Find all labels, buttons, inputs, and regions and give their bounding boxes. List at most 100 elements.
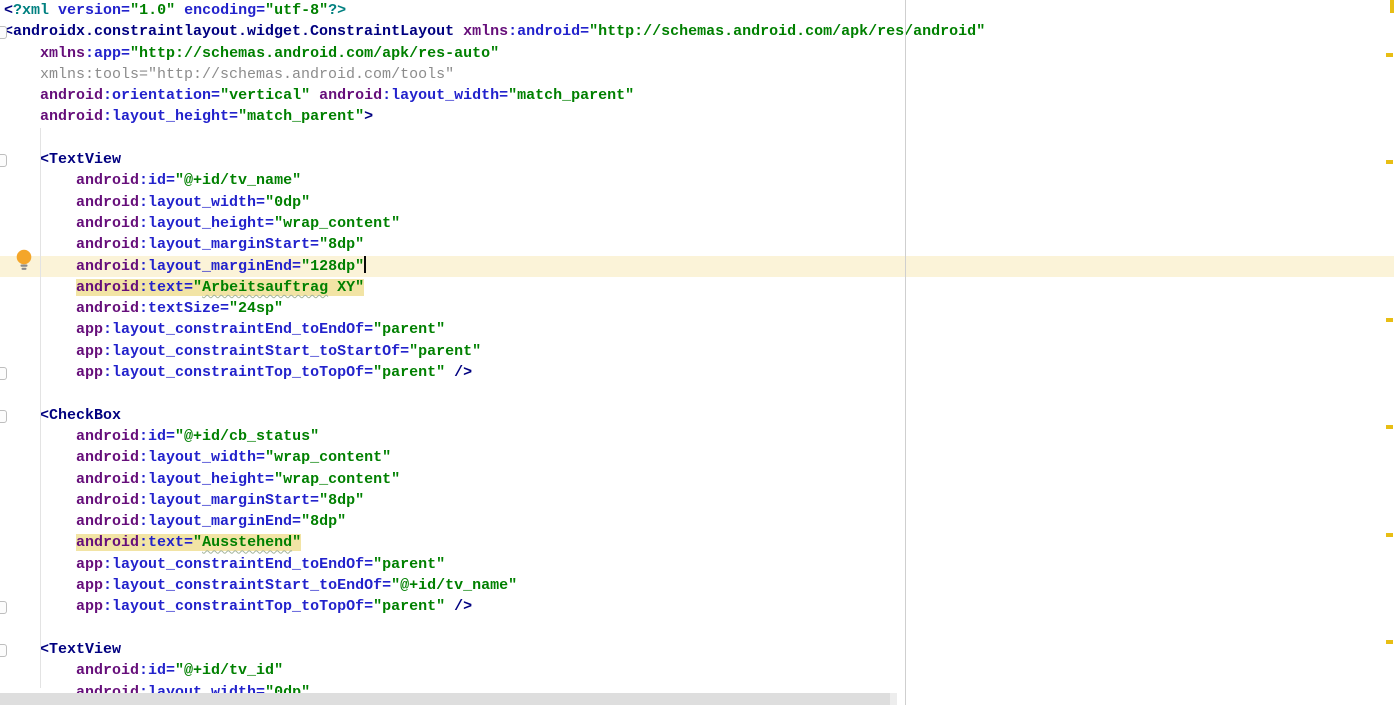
code-token: xmlns	[463, 23, 508, 40]
code-line[interactable]: xmlns:app="http://schemas.android.com/ap…	[0, 43, 1394, 64]
code-token: :layout_width=	[382, 87, 508, 104]
code-line[interactable]: <TextView	[0, 149, 1394, 170]
code-line[interactable]: app:layout_constraintStart_toEndOf="@+id…	[0, 575, 1394, 596]
code-token: <	[4, 2, 13, 19]
intention-lightbulb-icon[interactable]	[16, 249, 32, 276]
code-token: app	[76, 343, 103, 360]
code-token: android	[76, 172, 139, 189]
code-line[interactable]: <?xml version="1.0" encoding="utf-8"?>	[0, 0, 1394, 21]
code-token	[49, 2, 58, 19]
code-token: :textSize=	[139, 300, 229, 317]
code-token: <androidx.constraintlayout.widget.Constr…	[4, 23, 454, 40]
code-line[interactable]	[0, 128, 1394, 149]
code-line[interactable]: app:layout_constraintEnd_toEndOf="parent…	[0, 554, 1394, 575]
code-token: android	[76, 449, 139, 466]
code-token: android	[40, 87, 103, 104]
code-token: <TextView	[40, 151, 121, 168]
code-token: "http://schemas.android.com/apk/res/andr…	[589, 23, 985, 40]
code-token: "1.0"	[130, 2, 175, 19]
code-token	[4, 151, 40, 168]
code-token: app	[76, 577, 103, 594]
code-token: "8dp"	[319, 492, 364, 509]
fold-marker-icon[interactable]	[0, 26, 7, 39]
code-token: "@+id/tv_id"	[175, 662, 283, 679]
code-line[interactable]: android:text="Arbeitsauftrag XY"	[0, 277, 1394, 298]
code-token: "	[193, 279, 202, 296]
code-line[interactable]: android:id="@+id/cb_status"	[0, 426, 1394, 447]
code-token: :app=	[85, 45, 130, 62]
code-token: android	[76, 279, 139, 296]
code-token: :layout_marginEnd=	[139, 258, 301, 275]
code-token: "parent"	[373, 364, 445, 381]
code-token: <CheckBox	[40, 407, 121, 424]
code-token: "vertical"	[220, 87, 310, 104]
code-line[interactable]: app:layout_constraintTop_toTopOf="parent…	[0, 596, 1394, 617]
code-line[interactable]: android:layout_height="match_parent">	[0, 106, 1394, 127]
code-line[interactable]: android:layout_marginEnd="8dp"	[0, 511, 1394, 532]
editor-viewport: <?xml version="1.0" encoding="utf-8"?><a…	[0, 0, 1394, 705]
code-token: "0dp"	[265, 194, 310, 211]
stripe-warning-mark[interactable]	[1386, 425, 1393, 429]
stripe-warning-mark[interactable]	[1386, 160, 1393, 164]
fold-marker-icon[interactable]	[0, 154, 7, 167]
code-token: "	[193, 534, 202, 551]
code-token: :layout_height=	[103, 108, 238, 125]
code-line[interactable]: android:id="@+id/tv_id"	[0, 660, 1394, 681]
code-token	[4, 407, 40, 424]
stripe-warning-mark[interactable]	[1386, 318, 1393, 322]
code-line[interactable]: android:text="Ausstehend"	[0, 532, 1394, 553]
code-token: "@+id/tv_name"	[175, 172, 301, 189]
code-token: :layout_width=	[139, 449, 265, 466]
code-line[interactable]: android:layout_width="0dp"	[0, 192, 1394, 213]
code-token: android	[76, 471, 139, 488]
code-token	[4, 108, 40, 125]
code-line[interactable]: app:layout_constraintTop_toTopOf="parent…	[0, 362, 1394, 383]
code-line[interactable]: android:layout_height="wrap_content"	[0, 213, 1394, 234]
indent-guide	[40, 128, 41, 688]
code-token	[4, 87, 40, 104]
code-token: android	[76, 236, 139, 253]
stripe-warning-mark[interactable]	[1386, 640, 1393, 644]
code-token: "utf-8"	[265, 2, 328, 19]
code-token	[445, 598, 454, 615]
code-token: :layout_marginEnd=	[139, 513, 301, 530]
code-token: android	[76, 513, 139, 530]
code-line[interactable]: android:layout_marginStart="8dp"	[0, 490, 1394, 511]
code-line[interactable]	[0, 383, 1394, 404]
code-token	[4, 45, 40, 62]
code-token: "parent"	[409, 343, 481, 360]
fold-marker-icon[interactable]	[0, 601, 7, 614]
code-line[interactable]: android:layout_width="wrap_content"	[0, 447, 1394, 468]
code-area[interactable]: <?xml version="1.0" encoding="utf-8"?><a…	[0, 0, 1394, 703]
stripe-warning-mark[interactable]	[1386, 53, 1393, 57]
stripe-analysis-bar[interactable]	[1390, 0, 1394, 13]
fold-marker-icon[interactable]	[0, 367, 7, 380]
code-token: />	[454, 598, 472, 615]
code-line[interactable]: <androidx.constraintlayout.widget.Constr…	[0, 21, 1394, 42]
code-line[interactable]: android:orientation="vertical" android:l…	[0, 85, 1394, 106]
code-line[interactable]	[0, 618, 1394, 639]
code-token: app	[76, 321, 103, 338]
code-line[interactable]: android:layout_marginEnd="128dp"	[0, 256, 1394, 277]
code-token: "wrap_content"	[274, 215, 400, 232]
horizontal-scrollbar[interactable]	[0, 693, 897, 705]
code-token: encoding=	[184, 2, 265, 19]
code-token: "24sp"	[229, 300, 283, 317]
code-line[interactable]: app:layout_constraintStart_toStartOf="pa…	[0, 341, 1394, 362]
code-line[interactable]: <TextView	[0, 639, 1394, 660]
code-line[interactable]: app:layout_constraintEnd_toEndOf="parent…	[0, 319, 1394, 340]
fold-marker-icon[interactable]	[0, 410, 7, 423]
fold-marker-icon[interactable]	[0, 644, 7, 657]
code-line[interactable]: xmlns:tools="http://schemas.android.com/…	[0, 64, 1394, 85]
code-token: :layout_marginStart=	[139, 236, 319, 253]
code-token: >	[364, 108, 373, 125]
code-token: Ausstehend	[202, 534, 292, 551]
stripe-warning-mark[interactable]	[1386, 533, 1393, 537]
code-line[interactable]: android:layout_marginStart="8dp"	[0, 234, 1394, 255]
horizontal-scrollbar-thumb[interactable]	[0, 693, 890, 705]
code-line[interactable]: <CheckBox	[0, 405, 1394, 426]
code-line[interactable]: android:id="@+id/tv_name"	[0, 170, 1394, 191]
code-line[interactable]: android:layout_height="wrap_content"	[0, 469, 1394, 490]
code-line[interactable]: android:textSize="24sp"	[0, 298, 1394, 319]
code-token: "parent"	[373, 598, 445, 615]
